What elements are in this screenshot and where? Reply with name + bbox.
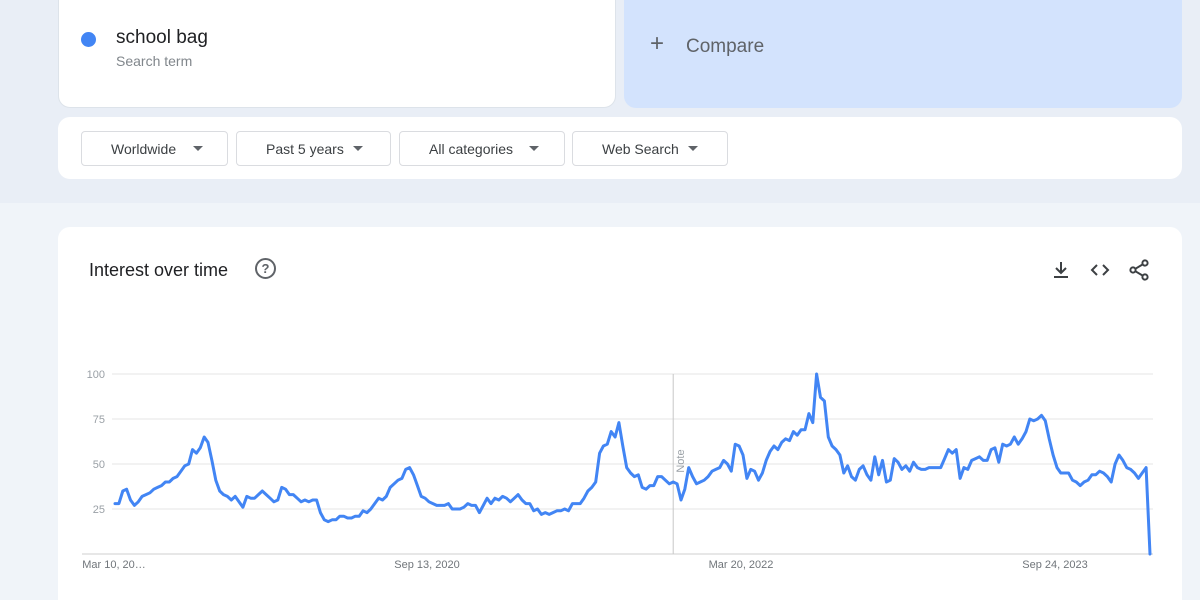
filter-bar: Worldwide Past 5 years All categories We… xyxy=(58,117,1182,179)
compare-label: Compare xyxy=(686,36,765,57)
download-icon[interactable] xyxy=(1049,258,1073,282)
help-icon[interactable]: ? xyxy=(255,258,276,279)
location-filter-label: Worldwide xyxy=(111,140,177,157)
search-type-filter-label: Web Search xyxy=(602,140,679,157)
interest-over-time-panel: Interest over time ? xyxy=(58,227,1182,600)
dropdown-arrow-icon xyxy=(688,146,698,151)
panel-title: Interest over time xyxy=(89,260,229,280)
share-icon[interactable] xyxy=(1127,258,1151,282)
dropdown-arrow-icon xyxy=(529,146,539,151)
dropdown-arrow-icon xyxy=(353,146,363,151)
compare-button[interactable]: + Compare xyxy=(624,0,1182,108)
search-term-card[interactable]: school bag Search term xyxy=(58,0,616,108)
search-term-name[interactable]: school bag xyxy=(116,27,208,49)
time-range-filter-dropdown[interactable]: Past 5 years xyxy=(236,131,391,166)
category-filter-label: All categories xyxy=(429,140,514,157)
dropdown-arrow-icon xyxy=(193,146,203,151)
plus-icon: + xyxy=(650,30,665,57)
location-filter-dropdown[interactable]: Worldwide xyxy=(81,131,228,166)
term-color-dot xyxy=(81,32,96,47)
embed-code-icon[interactable] xyxy=(1088,258,1112,282)
search-term-subtitle: Search term xyxy=(116,53,193,69)
time-range-filter-label: Past 5 years xyxy=(266,140,344,157)
search-type-filter-dropdown[interactable]: Web Search xyxy=(572,131,728,166)
category-filter-dropdown[interactable]: All categories xyxy=(399,131,565,166)
